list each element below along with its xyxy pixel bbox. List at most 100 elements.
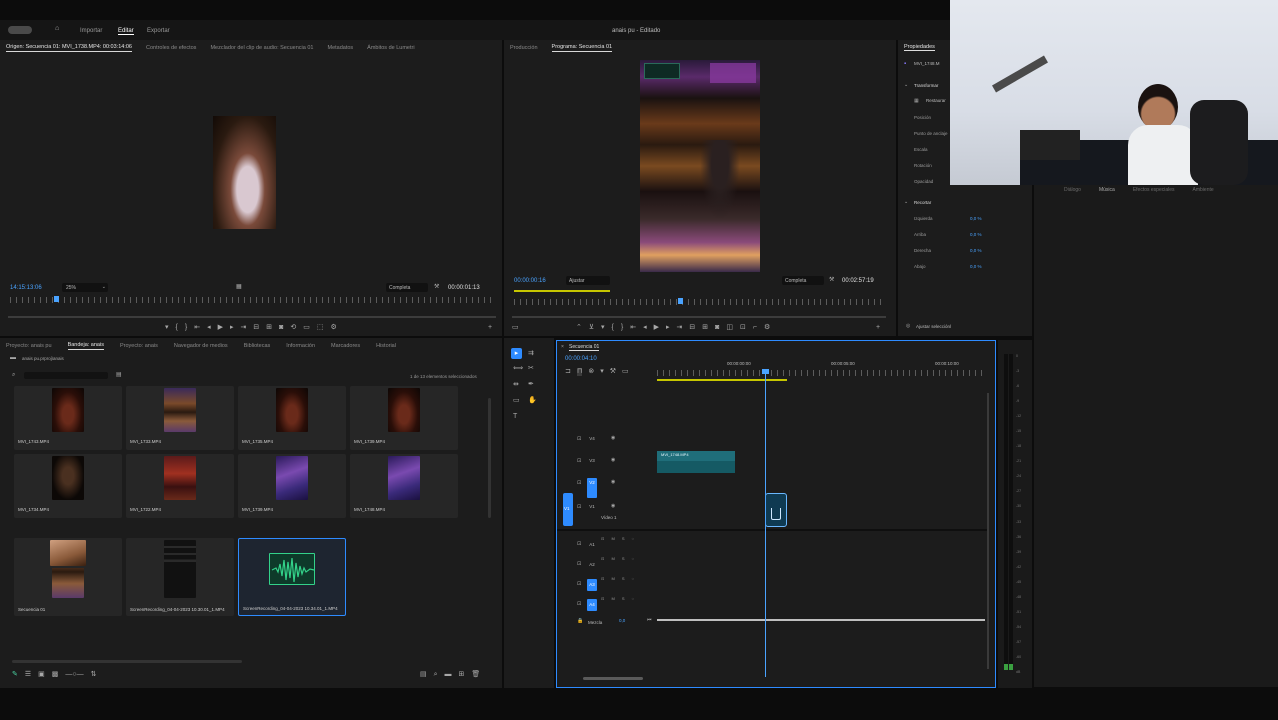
add-button-icon[interactable]: + <box>488 324 492 332</box>
timeline-tab[interactable]: Secuencia 01 <box>569 344 600 351</box>
lock-icon[interactable]: ⊡ <box>577 435 581 443</box>
workspace-export[interactable]: Exportar <box>147 28 170 34</box>
bin-item[interactable]: MVI_1739.MP4 <box>238 454 346 518</box>
tab-bin[interactable]: Bandeja: anais <box>67 342 104 350</box>
skip-back-icon[interactable]: ⏮ <box>647 616 652 624</box>
loop-icon[interactable]: ⟲ <box>290 324 296 332</box>
button-editor-icon[interactable]: ⚙ <box>764 324 770 332</box>
pen-icon[interactable]: ✒ <box>528 381 534 389</box>
find-icon[interactable]: ⌕ <box>434 671 438 679</box>
sort-icon[interactable]: ⇅ <box>91 671 97 679</box>
tab-project-anais[interactable]: Proyecto: anais <box>120 343 158 349</box>
overwrite-icon[interactable]: ⊞ <box>266 324 272 332</box>
reset-icon[interactable]: ▦ <box>914 97 919 105</box>
selection-tool[interactable]: ▸ <box>511 348 522 359</box>
mark-out-icon[interactable]: } <box>621 324 623 332</box>
horizontal-scrollbar[interactable] <box>12 660 242 663</box>
safe-margins-icon[interactable]: ▭ <box>303 324 310 332</box>
tab-info[interactable]: Información <box>286 343 315 349</box>
bin-item[interactable]: MVI_1734.MP4 <box>14 454 122 518</box>
tab-source[interactable]: Origen: Secuencia 01: MVI_1738.MP4: 00:0… <box>6 44 132 52</box>
bin-item[interactable]: MVI_1735.MP4 <box>238 386 346 450</box>
crop-top-value[interactable]: 0,0 % <box>970 232 982 237</box>
v1-source-patch[interactable]: V1 <box>563 493 573 526</box>
tab-audio-clip-mixer[interactable]: Mezclador del clip de audio: Secuencia 0… <box>210 45 313 51</box>
program-scrub-bar[interactable] <box>512 316 886 318</box>
tab-markers[interactable]: Marcadores <box>331 343 360 349</box>
video-track-header[interactable]: ⊡ V1 ◉ Vídeo 1 <box>575 501 655 520</box>
mute-solo-icon[interactable]: ⊡ M S ◌ <box>601 576 637 581</box>
ripple-edit-icon[interactable]: ⟺ <box>513 365 523 373</box>
settings-icon[interactable]: ⚒ <box>829 276 834 284</box>
reset-button[interactable]: Restaurar <box>926 98 946 103</box>
crop-left-value[interactable]: 0,0 % <box>970 216 982 221</box>
add-button-icon[interactable]: + <box>876 324 880 332</box>
bin-item[interactable]: ScreenRecording_04-04-2023 10.34.01_1.MP… <box>238 538 346 616</box>
crop-bottom-value[interactable]: 0,0 % <box>970 264 982 269</box>
bin-item[interactable]: MVI_1733.MP4 <box>126 386 234 450</box>
export-frame-icon[interactable]: ⬚ <box>317 324 324 332</box>
tab-metadata[interactable]: Metadatos <box>327 45 353 51</box>
tab-libraries[interactable]: Bibliotecas <box>244 343 271 349</box>
extract-icon[interactable]: ⊻ <box>589 324 594 332</box>
camera-icon[interactable]: ◙ <box>715 324 719 332</box>
marker-icon[interactable]: ▾ <box>600 368 604 376</box>
new-bin-icon[interactable]: ▬ <box>445 671 452 679</box>
bin-item[interactable]: MVI_1748.MP4 <box>350 454 458 518</box>
automate-icon[interactable]: ▤ <box>420 671 427 679</box>
search-icon[interactable]: ⌕ <box>12 371 15 379</box>
mark-out-icon[interactable]: } <box>185 324 187 332</box>
playhead-handle-clip[interactable] <box>765 493 787 527</box>
program-quality-select[interactable]: Completa <box>782 276 824 285</box>
program-playhead[interactable] <box>677 298 683 304</box>
go-to-out-icon[interactable]: ⇥ <box>241 324 247 332</box>
eye-icon[interactable]: ◉ <box>611 478 615 486</box>
extract-icon[interactable]: ⊞ <box>702 324 708 332</box>
timeline-timecode[interactable]: 00:00:04:10 <box>565 356 597 362</box>
workspace-pill[interactable] <box>8 26 32 34</box>
workspace-import[interactable]: Importar <box>80 28 102 34</box>
marker-icon[interactable]: ▾ <box>601 324 605 332</box>
tab-production[interactable]: Producción <box>510 45 538 51</box>
type-icon[interactable]: T <box>513 413 517 421</box>
play-icon[interactable]: ▶ <box>654 324 659 332</box>
go-to-in-icon[interactable]: ⇤ <box>630 324 636 332</box>
source-quality-select[interactable]: Completa <box>386 283 428 292</box>
step-back-icon[interactable]: ◂ <box>207 324 211 332</box>
chevron-down-icon[interactable]: ⌄ <box>904 81 908 89</box>
icon-view-icon[interactable]: ▣ <box>38 671 45 679</box>
captions-icon[interactable]: ▭ <box>622 368 629 376</box>
program-ruler[interactable] <box>514 299 886 305</box>
marker-icon[interactable]: ▭ <box>512 324 519 332</box>
track-target[interactable]: A1 <box>587 539 597 551</box>
source-playhead[interactable] <box>53 296 59 302</box>
track-target[interactable]: V4 <box>587 434 597 444</box>
eye-icon[interactable]: ◉ <box>611 502 615 510</box>
transform-section[interactable]: Transformar <box>914 83 938 88</box>
bin-item[interactable]: MVI_1739.MP4 <box>350 386 458 450</box>
track-target[interactable]: A3 <box>587 579 597 591</box>
tab-music[interactable]: Música <box>1099 187 1115 193</box>
lock-icon[interactable]: 🔒 <box>577 617 583 625</box>
lock-icon[interactable]: ⊡ <box>577 600 581 608</box>
timeline-h-scrollbar[interactable] <box>583 677 643 680</box>
workspace-edit[interactable]: Editar <box>118 28 134 35</box>
program-timecode[interactable]: 00:00:00:16 <box>514 278 546 284</box>
trash-icon[interactable]: 🗑 <box>471 671 480 679</box>
tab-sfx[interactable]: Efectos especiales <box>1133 187 1175 193</box>
tab-program[interactable]: Programa: Secuencia 01 <box>551 44 613 52</box>
home-icon[interactable]: ⌂ <box>55 25 59 33</box>
slip-icon[interactable]: ⇹ <box>513 381 519 389</box>
tab-ambience[interactable]: Ambiente <box>1193 187 1214 193</box>
button-editor-icon[interactable]: ⚙ <box>330 324 336 332</box>
source-timecode[interactable]: 14:15:13:06 <box>10 285 42 291</box>
wrench-icon[interactable]: ▦ <box>236 283 242 291</box>
tab-dialogue[interactable]: Diálogo <box>1064 187 1081 193</box>
lock-icon[interactable]: ⊡ <box>577 580 581 588</box>
razor-icon[interactable]: ✂ <box>528 365 534 373</box>
bin-item[interactable]: MVI_1743.MP4 <box>14 386 122 450</box>
step-forward-icon[interactable]: ▸ <box>666 324 670 332</box>
chevron-down-icon[interactable]: ⌄ <box>904 198 908 206</box>
zoom-slider-icon[interactable]: —○— <box>65 671 83 679</box>
lift-icon[interactable]: ⌃ <box>576 324 582 332</box>
